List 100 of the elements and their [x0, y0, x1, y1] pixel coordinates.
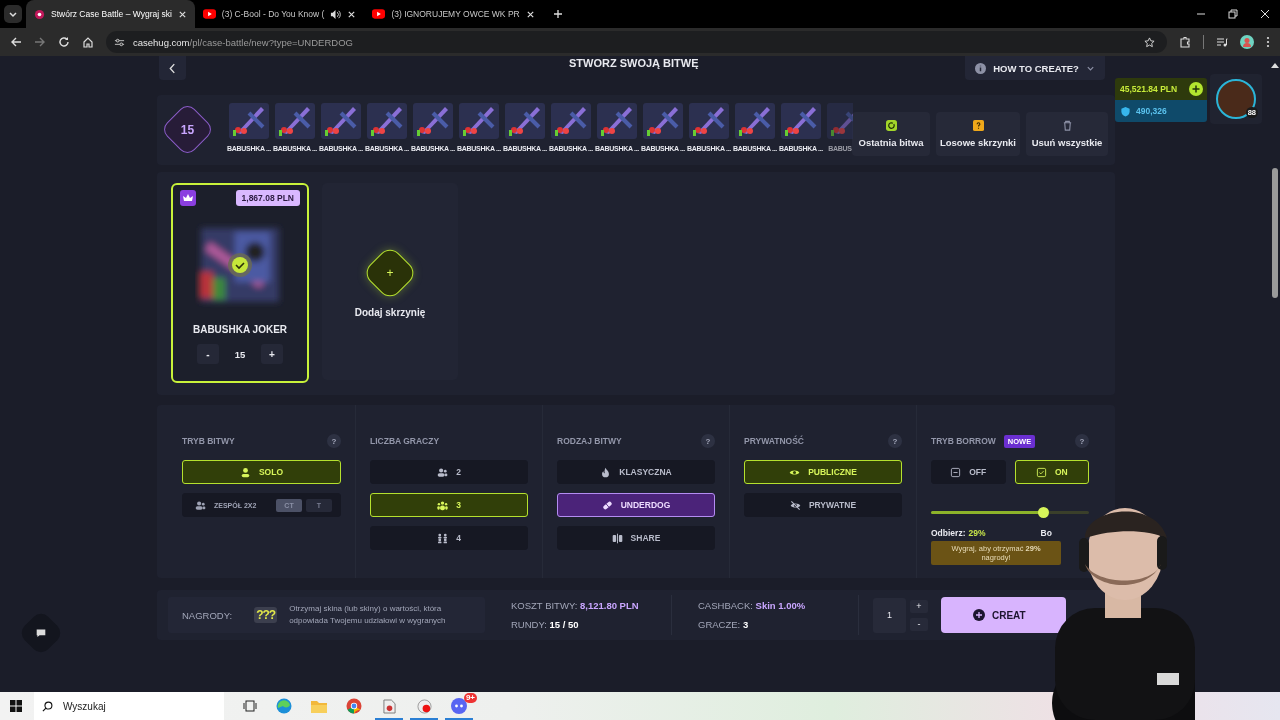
people-icon	[437, 466, 449, 478]
option-button[interactable]: 2	[370, 460, 528, 484]
case-thumbnail[interactable]	[229, 103, 269, 139]
close-icon[interactable]	[525, 9, 535, 19]
case-thumbnail[interactable]	[689, 103, 729, 139]
case-thumbnail[interactable]	[275, 103, 315, 139]
people-icon	[195, 499, 206, 511]
profile-icon[interactable]	[1240, 35, 1254, 49]
help-button[interactable]: ?	[888, 434, 902, 448]
back-icon[interactable]	[10, 36, 22, 48]
case-thumbnail[interactable]	[551, 103, 591, 139]
decrease-button[interactable]: -	[910, 617, 928, 631]
site-settings-icon[interactable]	[114, 36, 125, 48]
receive-percent: 29%	[968, 528, 986, 538]
option-button[interactable]: KLASYCZNA	[557, 460, 715, 484]
option-button[interactable]: PRYWATNE	[744, 493, 902, 517]
menu-icon[interactable]	[1266, 36, 1270, 48]
bookmark-star-icon[interactable]	[1144, 36, 1155, 48]
close-icon[interactable]	[347, 9, 357, 19]
search-field[interactable]: Wyszukaj	[34, 692, 224, 720]
crown-icon	[180, 190, 196, 206]
new-tab-icon[interactable]	[552, 9, 563, 19]
case-action-button[interactable]: Losowe skrzynki	[936, 112, 1020, 156]
rewards-label: NAGRODY:	[182, 609, 233, 621]
players-count: GRACZE: 3	[698, 619, 750, 630]
help-button[interactable]: ?	[701, 434, 715, 448]
chevron-down-icon	[8, 9, 18, 19]
decrease-button[interactable]: -	[197, 344, 219, 364]
close-icon[interactable]	[177, 9, 187, 19]
case-thumbnail[interactable]	[505, 103, 545, 139]
question-icon	[972, 120, 984, 131]
task-view-icon[interactable]	[243, 700, 257, 712]
case-thumbnail[interactable]	[459, 103, 499, 139]
back-button[interactable]	[159, 56, 186, 80]
check-circle-icon	[228, 253, 252, 277]
case-card[interactable]: 1,867.08 PLN BABUSHKA JOKER - 15 +	[171, 183, 309, 383]
create-button[interactable]: CREAT	[941, 597, 1066, 633]
reload-icon[interactable]	[58, 36, 70, 48]
case-thumbnail[interactable]	[643, 103, 683, 139]
browser-tab[interactable]: Stwórz Case Battle – Wygraj ski	[26, 0, 195, 28]
chrome-icon[interactable]	[346, 698, 362, 714]
person-icon	[239, 466, 251, 478]
rounds: RUNDY: 15 / 50	[511, 619, 580, 630]
price-badge: 1,867.08 PLN	[235, 190, 300, 206]
option-button[interactable]: UNDERDOG	[557, 493, 715, 517]
play-icon	[202, 9, 216, 19]
shield-icon	[1120, 105, 1131, 117]
help-button[interactable]: ?	[327, 434, 341, 448]
browser-tab[interactable]: (3) IGNORUJEMY OWCE WK PR	[364, 0, 543, 28]
battle-cost: KOSZT BITWY: 8,121.80 PLN	[511, 600, 640, 611]
home-icon[interactable]	[82, 36, 94, 48]
speaker-icon[interactable]	[330, 8, 342, 20]
restore-icon[interactable]	[1228, 9, 1238, 19]
case-thumbnail[interactable]	[781, 103, 821, 139]
info-icon	[975, 62, 987, 74]
increase-button[interactable]: +	[910, 599, 928, 613]
help-button[interactable]: ?	[1075, 434, 1089, 448]
increase-button[interactable]: +	[261, 344, 283, 364]
mystery-icon: ???	[254, 607, 278, 623]
balance-amount: 45,521.84 PLN	[1120, 84, 1178, 94]
option-button[interactable]: SOLO	[182, 460, 341, 484]
option-button[interactable]: SHARE	[557, 526, 715, 550]
avatar[interactable]	[1216, 79, 1256, 119]
address-bar[interactable]: casehug.com/pl/case-battle/new?type=UNDERDOG	[106, 31, 1167, 53]
quantity-field[interactable]: 1	[873, 597, 906, 633]
play-icon	[372, 9, 386, 19]
edge-icon[interactable]	[276, 698, 292, 714]
case-thumbnail[interactable]	[597, 103, 637, 139]
option-button[interactable]: 4	[370, 526, 528, 550]
browser-tab[interactable]: (3) C-Bool - Do You Know (	[194, 0, 365, 28]
puzzle-icon[interactable]	[1179, 36, 1191, 48]
option-button[interactable]: 3	[370, 493, 528, 517]
case-thumbnail[interactable]	[367, 103, 407, 139]
option-button[interactable]: ON	[1014, 460, 1089, 484]
close-icon[interactable]	[1260, 9, 1270, 19]
plus-circle-icon	[973, 609, 985, 621]
tab-list-button[interactable]	[4, 5, 22, 23]
section-title: LICZBA GRACZY	[370, 436, 440, 446]
slider-thumb[interactable]	[1038, 507, 1050, 518]
case-thumbnail[interactable]	[321, 103, 361, 139]
forward-icon[interactable]	[34, 36, 46, 48]
windows-start-icon[interactable]	[10, 700, 22, 712]
chat-app-icon	[451, 698, 467, 714]
rewards-description: Otrzymaj skina (lub skiny) o wartości, która odpowiada Twojemu udziałowi w wygranych	[289, 603, 447, 627]
case-thumbnail[interactable]	[413, 103, 453, 139]
case-action-button[interactable]: Ostatnia bitwa	[852, 112, 930, 156]
add-case-card[interactable]: + Dodaj skrzynię	[322, 183, 458, 380]
option-button[interactable]: PUBLICZNE	[744, 460, 902, 484]
minus-box-icon	[950, 466, 962, 478]
case-title: BABUSHKA JOKER	[192, 324, 288, 335]
scroll-up-icon[interactable]	[1271, 62, 1279, 68]
group-icon	[437, 532, 449, 544]
option-button[interactable]: OFF	[931, 460, 1006, 484]
split-icon	[611, 532, 623, 544]
scrollbar-thumb[interactable]	[1272, 168, 1278, 298]
media-icon[interactable]	[1216, 36, 1228, 48]
how-to-create-button[interactable]: HOW TO CREATE?	[965, 56, 1105, 80]
case-action-button[interactable]: Usuń wszystkie	[1026, 112, 1108, 156]
case-thumbnail[interactable]	[735, 103, 775, 139]
plus-circle-icon[interactable]	[1189, 82, 1203, 96]
